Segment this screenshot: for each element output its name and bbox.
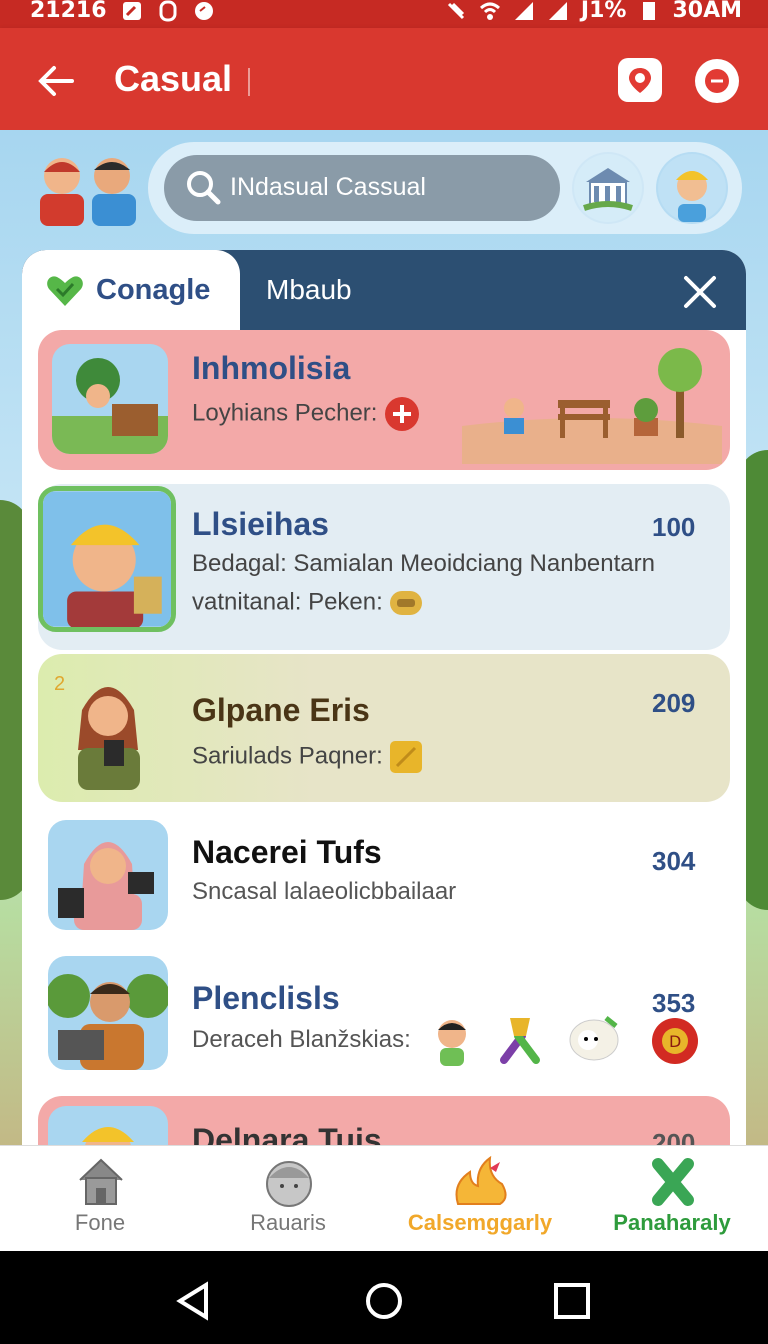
svg-text:D: D xyxy=(669,1032,681,1051)
item-name: Plenclisls xyxy=(192,980,340,1016)
list-item[interactable]: Delnara Tuis 200 xyxy=(38,1096,730,1150)
nav-trending[interactable]: Calsemggarly xyxy=(384,1146,576,1252)
gardener-avatar xyxy=(52,344,168,454)
boy-icon xyxy=(438,1020,466,1066)
list-item[interactable]: 2 Glpane Eris 209 Sariulads Paqner: xyxy=(38,654,730,802)
list-item[interactable]: Nacerei Tufs 304 Sncasal lalaeolicbbaila… xyxy=(38,816,730,940)
item-name: Nacerei Tufs xyxy=(192,834,382,870)
item-subtitle: Bedagal: Samialan Meoidciang Nanbentarn xyxy=(192,550,655,577)
helmet-face-icon xyxy=(266,1161,312,1207)
item-count: 209 xyxy=(652,688,696,718)
list-item[interactable]: Inhmolisia Loyhians Pecher: xyxy=(38,330,730,470)
status-bar: 21216 J1% 30AM xyxy=(0,0,768,28)
item-subtitle: Deraceh Blanžskias: xyxy=(192,1026,411,1053)
search-placeholder: INdasual Cassual xyxy=(230,173,426,201)
app-bar: Casual xyxy=(0,28,768,130)
tab-mbaub[interactable]: Mbaub xyxy=(266,274,352,306)
signal-icon xyxy=(514,1,533,20)
heart-icon xyxy=(47,276,83,306)
edit-icon xyxy=(122,1,141,20)
fire-icon xyxy=(705,69,729,93)
svg-text:2: 2 xyxy=(54,673,65,695)
nav-active-label: Panaharaly xyxy=(613,1210,731,1235)
list-item[interactable]: Llsieihas 100 Bedagal: Samialan Meoidcia… xyxy=(38,484,730,650)
green-x-icon xyxy=(652,1158,694,1206)
red-cross-icon xyxy=(385,397,420,431)
nav-home[interactable]: Fone xyxy=(4,1146,196,1252)
photographer-avatar xyxy=(48,820,168,930)
garden-scene-icon xyxy=(462,348,722,464)
page-title: Casual xyxy=(114,58,233,99)
battery-icon xyxy=(643,1,656,20)
nav-profile[interactable]: Rauaris xyxy=(192,1146,384,1252)
close-icon[interactable] xyxy=(680,272,720,312)
item-name: Glpane Eris xyxy=(192,692,370,728)
system-back-icon[interactable] xyxy=(174,1281,214,1321)
map-pin-icon xyxy=(629,68,651,93)
item-count: 304 xyxy=(652,846,696,876)
title-divider xyxy=(248,68,250,96)
item-name: Inhmolisia xyxy=(192,350,351,386)
item-subtitle: Sncasal lalaeolicbbailaar xyxy=(192,878,457,905)
profile-avatar[interactable] xyxy=(656,152,728,224)
nav-profile-label: Rauaris xyxy=(250,1210,326,1235)
flame-icon xyxy=(455,1155,507,1205)
red-coin-icon: D xyxy=(652,1018,698,1064)
sync-icon xyxy=(194,1,213,20)
paintbrush-icon xyxy=(500,1018,540,1064)
search-input[interactable]: INdasual Cassual xyxy=(164,155,560,221)
item-subtitle: Sariulads Paqner: xyxy=(192,740,423,774)
hijab-woman-avatar: 2 xyxy=(54,673,140,790)
status-time: 21216 xyxy=(30,0,107,23)
coin-icon xyxy=(390,591,423,615)
back-arrow-icon[interactable] xyxy=(34,58,80,104)
gold-tile-icon xyxy=(390,741,423,773)
tab-bar: Conagle Mbaub xyxy=(22,250,746,330)
building-icon[interactable] xyxy=(572,152,644,224)
mute-icon xyxy=(447,2,464,19)
builder-avatar xyxy=(48,1106,168,1150)
list-panel: Conagle Mbaub Inhmolisia Loyhians Pecher… xyxy=(22,250,746,1150)
location-button[interactable] xyxy=(618,58,662,102)
sheep-icon xyxy=(569,1016,619,1061)
filter-button[interactable] xyxy=(695,59,739,103)
system-home-icon[interactable] xyxy=(364,1281,404,1321)
nav-active[interactable]: Panaharaly xyxy=(576,1146,768,1252)
home-icon xyxy=(79,1158,123,1205)
worker-avatar xyxy=(38,486,176,632)
wifi-icon xyxy=(479,2,500,20)
status-clock: 30AM xyxy=(672,0,742,23)
nav-trending-label: Calsemggarly xyxy=(407,1210,553,1235)
bottom-navigation: Fone Rauaris Calsemggarly Panaharaly xyxy=(0,1145,768,1252)
search-icon xyxy=(187,171,221,205)
system-navigation-bar xyxy=(0,1251,768,1344)
clip-icon xyxy=(159,0,177,21)
tab-conagle[interactable]: Conagle xyxy=(22,250,240,330)
item-subtitle-2: vatnitanal: Peken: xyxy=(192,588,423,618)
item-subtitle: Loyhians Pecher: xyxy=(192,396,420,432)
item-name: Llsieihas xyxy=(192,506,329,542)
system-recents-icon[interactable] xyxy=(552,1281,592,1321)
friends-avatar[interactable] xyxy=(30,148,142,228)
tab-conagle-label: Conagle xyxy=(96,274,211,306)
battery-percent: J1% xyxy=(580,0,627,23)
item-count: 353 xyxy=(652,988,696,1018)
signal2-icon xyxy=(548,1,567,20)
list-item[interactable]: Plenclisls 353 Deraceh Blanžskias: D xyxy=(38,950,730,1084)
nav-home-label: Fone xyxy=(74,1210,126,1235)
laptop-man-avatar xyxy=(48,956,168,1070)
item-count: 100 xyxy=(652,512,696,542)
